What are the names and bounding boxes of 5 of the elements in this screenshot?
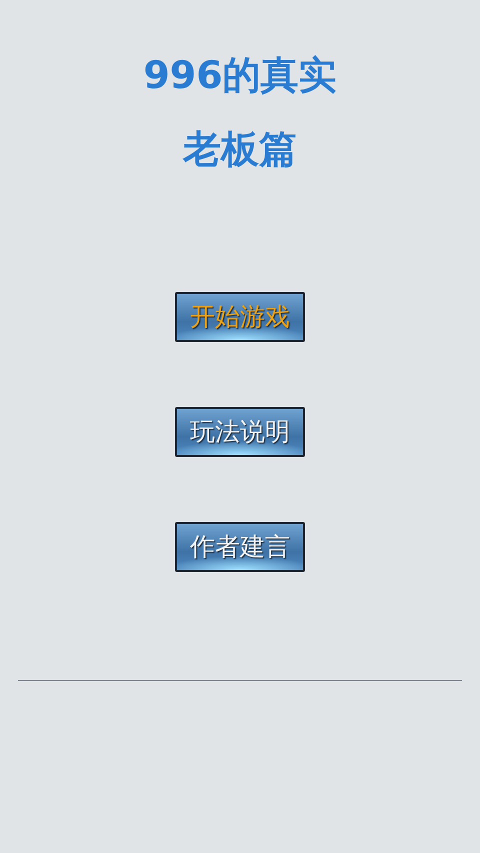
menu-button[interactable]: 作者建言 [175, 522, 305, 572]
menu-button[interactable]: 开始游戏 [175, 292, 305, 342]
menu-button[interactable]: 玩法说明 [175, 407, 305, 457]
title-text: 老板篇 [183, 126, 297, 173]
title-text: 996的真实 [143, 52, 337, 99]
